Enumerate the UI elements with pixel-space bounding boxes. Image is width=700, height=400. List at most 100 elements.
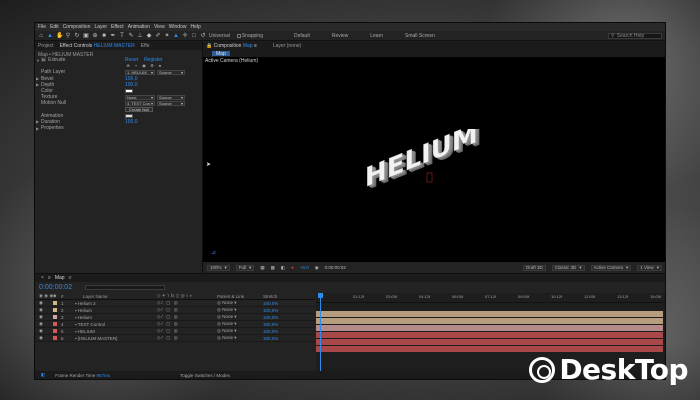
brush-tool-icon[interactable]: ✎: [128, 33, 134, 39]
expand-triangle-icon[interactable]: ▶: [36, 76, 39, 81]
table-row[interactable]: ◉ 1 ▪ Helium 2 ◇ ∕ ◻ ◎ ◎ None ▾ 100,0%: [35, 300, 315, 307]
layer-label-swatch[interactable]: [53, 335, 61, 341]
menu-item-window[interactable]: Window: [169, 24, 187, 30]
eraser-tool-icon[interactable]: ◆: [146, 33, 152, 39]
layer-name[interactable]: ▪ HELIUM: [71, 329, 157, 334]
shape-tool-icon[interactable]: ■: [101, 33, 107, 39]
table-row[interactable]: ◉ 5 ▪ HELIUM ◇ ∕ ◻ ◎ ◎ None ▾ 100,0%: [35, 328, 315, 335]
layer-duration-bar[interactable]: [316, 345, 663, 352]
grid-icon[interactable]: ▦: [260, 265, 264, 271]
expand-triangle-icon[interactable]: ▶: [36, 82, 39, 87]
parent-link-header[interactable]: Parent & Link: [217, 294, 263, 299]
snapping-toggle[interactable]: Snapping: [236, 33, 263, 39]
table-row[interactable]: ◉ 3 ▪ Helium ◇ ∕ ◻ ◎ ◎ None ▾ 100,0%: [35, 314, 315, 321]
snapping-checkbox[interactable]: [236, 33, 241, 38]
visibility-icon[interactable]: ◉: [35, 321, 53, 327]
lock-icon[interactable]: 🔒: [206, 43, 212, 49]
tab-timeline-map[interactable]: Map: [55, 275, 65, 281]
exposure-value[interactable]: +0,0: [300, 265, 309, 270]
layer-switches[interactable]: ◇ ∕ ◻ ◎: [157, 321, 217, 327]
renderer-indicator[interactable]: Draft 3D: [522, 264, 546, 271]
color-picker-icon[interactable]: ◉: [141, 63, 147, 69]
tab-layer[interactable]: Layer (none): [273, 43, 301, 49]
reset-link[interactable]: Reset: [125, 57, 138, 63]
layer-label-swatch[interactable]: [53, 314, 61, 320]
playhead[interactable]: [320, 293, 321, 371]
tab-composition[interactable]: 🔒 Composition Map ≡: [206, 43, 257, 49]
pan-behind-icon[interactable]: ⊕: [92, 33, 98, 39]
motion-null-source-dropdown[interactable]: Source ▾: [157, 100, 185, 106]
workspace-small-screen[interactable]: Small Screen: [405, 33, 435, 39]
menu-item-layer[interactable]: Layer: [94, 24, 107, 30]
type-tool-icon[interactable]: T: [119, 33, 125, 39]
workspace-learn[interactable]: Learn: [370, 33, 383, 39]
render-settings-icon[interactable]: ◧: [41, 372, 45, 378]
layer-switches[interactable]: ◇ ∕ ◻ ◎: [157, 335, 217, 341]
universal-icon[interactable]: ▲: [173, 33, 179, 39]
settings-icon[interactable]: ⚙: [149, 63, 155, 69]
stretch-value[interactable]: 100,0%: [263, 315, 293, 320]
fx-icon[interactable]: fx: [41, 57, 47, 63]
pen-tool-icon[interactable]: ✒: [110, 33, 116, 39]
parent-dropdown[interactable]: ◎ None ▾: [217, 300, 263, 306]
scale-icon[interactable]: □: [191, 33, 197, 39]
parent-dropdown[interactable]: ◎ None ▾: [217, 314, 263, 320]
stretch-value[interactable]: 100,0%: [263, 336, 293, 341]
visibility-icon[interactable]: ◉: [35, 300, 53, 306]
layer-name[interactable]: ▪ TEXT Control: [71, 322, 157, 327]
menu-item-composition[interactable]: Composition: [63, 24, 91, 30]
layer-duration-bar[interactable]: [316, 338, 663, 345]
layer-duration-bar[interactable]: [316, 324, 663, 331]
rotate-tool-icon[interactable]: ↻: [74, 33, 80, 39]
home-icon[interactable]: ⌂: [38, 33, 44, 39]
visibility-icon[interactable]: ◉: [35, 314, 53, 320]
layer-label-swatch[interactable]: [53, 328, 61, 334]
playhead-handle[interactable]: [318, 293, 323, 298]
path-layer-source-dropdown[interactable]: Source ▾: [157, 69, 185, 75]
info-icon[interactable]: ●: [157, 63, 163, 69]
bevel-value[interactable]: 100,0: [125, 76, 138, 82]
stretch-value[interactable]: 100,0%: [263, 301, 293, 306]
expand-triangle-icon[interactable]: ▶: [36, 126, 39, 131]
extruded-helium-text[interactable]: HELIUM HELIUM HELIUM HELIUM: [357, 129, 487, 199]
clone-stamp-icon[interactable]: ⊥: [137, 33, 143, 39]
stretch-value[interactable]: 100,0%: [263, 322, 293, 327]
time-ruler[interactable]: 0f01:12f03:00f04:12f06:00f07:12f09:00f10…: [316, 293, 665, 303]
hand-tool-icon[interactable]: ✋: [56, 33, 63, 39]
depth-value[interactable]: 100,0: [125, 82, 138, 88]
transparency-icon[interactable]: ▩: [271, 265, 275, 271]
orbit-icon[interactable]: ↺: [200, 33, 206, 39]
composition-viewer[interactable]: Active Camera (Helium) HELIUM HELIUM HEL…: [203, 57, 665, 262]
camera-tool-icon[interactable]: ▣: [83, 33, 89, 39]
menu-item-edit[interactable]: Edit: [50, 24, 59, 30]
selection-tool-icon[interactable]: ▲: [47, 33, 53, 39]
workspace-default[interactable]: Default: [294, 33, 310, 39]
renderer-mode-dropdown[interactable]: Classic 3D ▾: [551, 264, 585, 271]
parent-dropdown[interactable]: ◎ None ▾: [217, 335, 263, 341]
tab-effects[interactable]: Effe: [141, 43, 150, 49]
timeline-tab-menu-icon[interactable]: ≡: [69, 275, 72, 281]
target-icon[interactable]: ⊕: [125, 63, 131, 69]
stretch-value[interactable]: 100,0%: [263, 308, 293, 313]
layer-duration-bar[interactable]: [316, 310, 663, 317]
visibility-icon[interactable]: ◉: [35, 335, 53, 341]
menu-item-view[interactable]: View: [154, 24, 165, 30]
menu-item-animation[interactable]: Animation: [128, 24, 150, 30]
toggle-switches-modes[interactable]: Toggle Switches / Modes: [180, 373, 230, 378]
texture-dropdown[interactable]: None ▾: [125, 94, 155, 100]
timeline-timecode[interactable]: 0:00:00:02: [39, 284, 79, 291]
register-link[interactable]: Register: [144, 57, 163, 63]
layer-name[interactable]: ▪ Helium: [71, 308, 157, 313]
stretch-header[interactable]: Stretch: [263, 294, 293, 299]
zoom-dropdown[interactable]: 100% ▾: [207, 264, 230, 271]
layer-duration-bar[interactable]: [316, 331, 663, 338]
move-icon[interactable]: ✛: [182, 33, 188, 39]
menu-item-effect[interactable]: Effect: [111, 24, 124, 30]
duration-value[interactable]: 100,0: [125, 119, 138, 125]
color-swatch[interactable]: [125, 89, 133, 94]
layer-label-swatch[interactable]: [53, 307, 61, 313]
layer-duration-bar[interactable]: [316, 317, 663, 324]
menu-item-help[interactable]: Help: [190, 24, 200, 30]
null-object-marker[interactable]: [426, 172, 433, 183]
snapshot-icon[interactable]: ◉: [315, 265, 319, 271]
